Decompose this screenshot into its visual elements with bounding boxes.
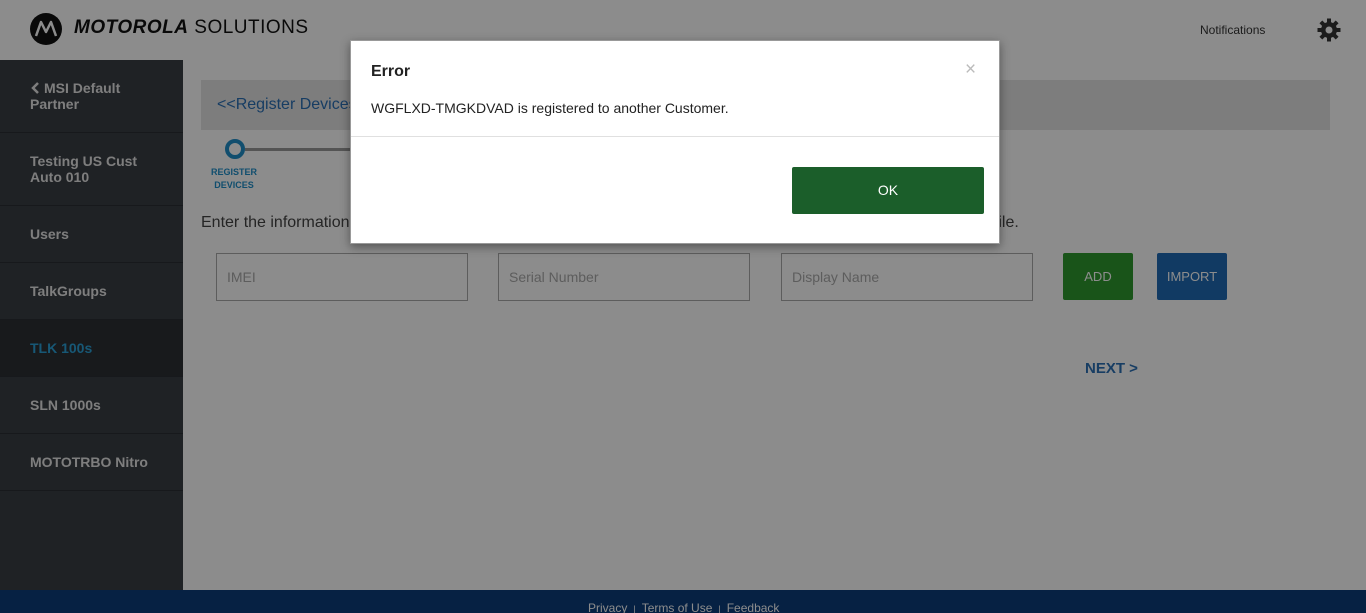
dialog-message: WGFLXD-TMGKDVAD is registered to another… xyxy=(371,100,729,116)
ok-button[interactable]: OK xyxy=(792,167,984,214)
close-icon[interactable]: × xyxy=(965,59,976,81)
dialog-title: Error xyxy=(371,63,411,80)
error-dialog: Error × WGFLXD-TMGKDVAD is registered to… xyxy=(350,40,1000,244)
dialog-divider xyxy=(351,136,999,137)
